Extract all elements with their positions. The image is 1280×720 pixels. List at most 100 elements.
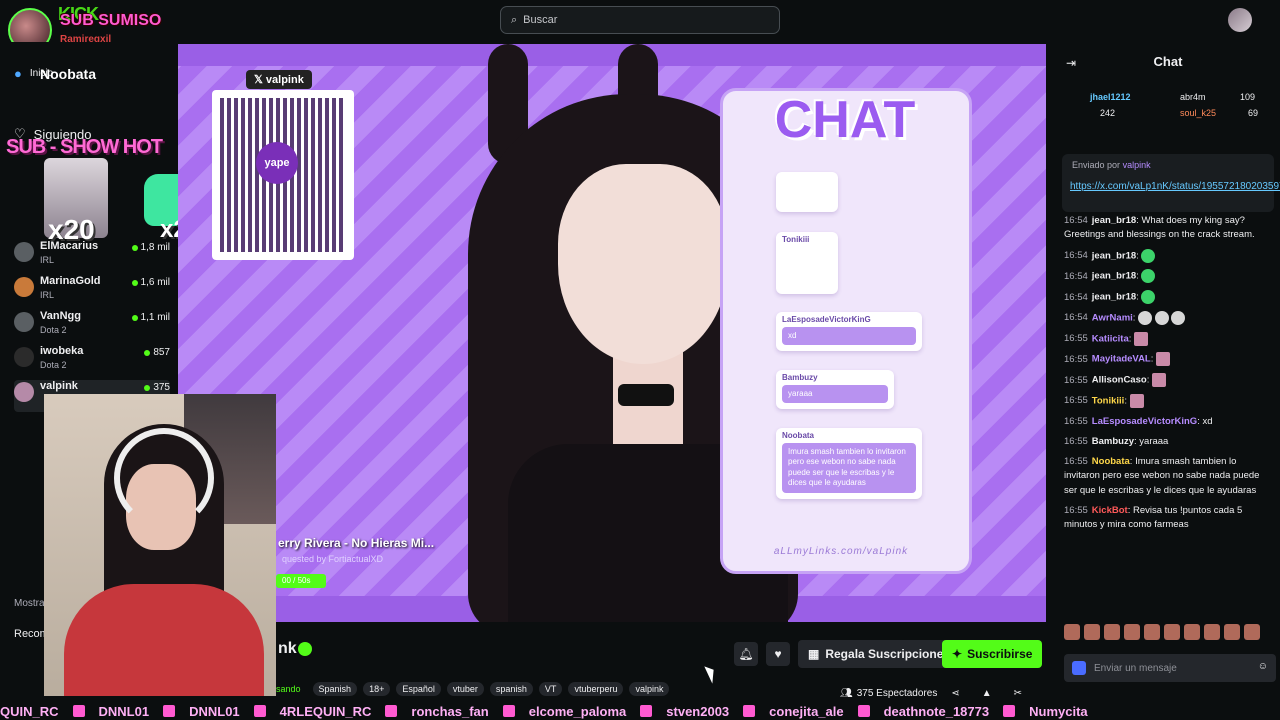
emote-icon [1224, 624, 1240, 640]
search-input[interactable]: ⌕ Buscar [500, 6, 780, 34]
show-more-link[interactable]: Mostrar [14, 598, 48, 609]
leader-value: 242 [1100, 108, 1116, 118]
channel-item[interactable]: ElMacarius IRL 1,8 mil [14, 240, 170, 272]
chat-card-user: Noobata [782, 431, 814, 440]
emote-icon [1141, 248, 1156, 263]
ticker-item: ronchas_fan [411, 703, 489, 719]
leader-name[interactable]: abr4m [1180, 92, 1206, 102]
links-text: aLLmyLinks.com/vaLpink [773, 546, 909, 557]
ticker-item: deathnote_18773 [883, 703, 990, 719]
stream-player[interactable]: yape 𝕏 valpink CHAT Tonikiii LaEsposadeV… [178, 44, 1046, 622]
chat-title: Chat [1153, 54, 1183, 69]
chat-message: 16:54 jean_br18: [1064, 290, 1274, 305]
pinned-link[interactable]: https://x.com/vaLp1nK/status/19557218020… [1070, 180, 1280, 194]
gift-leaderboard: jhael1212 242 abr4m 109 soul_k25 69 [1090, 92, 1270, 126]
subscriber-ticker: QUIN_RC DNNL01 DNNL01 4RLEQUIN_RC roncha… [0, 702, 1280, 720]
channel-title[interactable]: nk [278, 640, 297, 658]
emote-icon [1154, 310, 1169, 325]
users-icon: 👥︎ [840, 688, 853, 699]
emote-icon [1156, 352, 1171, 367]
tag[interactable]: VT [538, 682, 563, 696]
ticker-item: QUIN_RC [0, 703, 59, 719]
channel-viewers: 857 [144, 347, 170, 358]
emote-icon [1144, 624, 1160, 640]
user-avatar[interactable] [1228, 8, 1252, 32]
emoji-icon[interactable]: ☺ [1258, 661, 1268, 672]
chat-card: Tonikiii [776, 232, 838, 294]
channel-category: Dota 2 [40, 360, 67, 370]
overlay-donor: Noobata [40, 66, 96, 82]
leader-name[interactable]: jhael1212 [1090, 92, 1131, 102]
tag[interactable]: Español [396, 682, 441, 696]
overlay-sub-label: SUB SUMISO [60, 12, 162, 29]
leader-value: 109 [1240, 92, 1256, 102]
ticker-emote-icon [1003, 705, 1016, 717]
emote-icon [1151, 373, 1166, 388]
chat-message: 16:55 Noobata: Imura smash tambien lo inv… [1064, 456, 1260, 496]
live-dot-icon [144, 384, 151, 391]
subscribe-button[interactable]: ✦ Suscribirse [942, 640, 1043, 668]
channel-category: IRL [40, 255, 55, 265]
tag[interactable]: vtuberperu [568, 682, 624, 696]
follow-button[interactable]: ♥ [766, 642, 790, 666]
qr-code: yape [212, 90, 354, 260]
ticker-emote-icon [743, 705, 756, 717]
share-icon[interactable]: ⋖ [951, 688, 959, 699]
emote-bar[interactable] [1064, 624, 1276, 644]
ticker-item: conejita_ale [769, 703, 844, 719]
stream-info-bar: nk 🔔︎ ♥ ▦ Regala Suscripciones ✦ Suscrib… [178, 622, 1046, 699]
subscribe-label: Suscribirse [967, 647, 1033, 661]
channel-item[interactable]: MarinaGold IRL 1,6 mil [14, 275, 170, 307]
chat-message: 16:55 Tonikiii: [1064, 393, 1274, 409]
chat-card [776, 172, 838, 212]
emote-icon [1129, 393, 1144, 408]
chat-message: 16:55 Bambuzy: yaraaa [1064, 435, 1169, 447]
tag[interactable]: spanish [489, 682, 533, 696]
channel-viewers: 1,6 mil [131, 277, 170, 288]
qr-badge: yape [256, 142, 298, 184]
heart-icon: ♡ [14, 126, 26, 141]
chat-card-message: xd [782, 327, 916, 346]
viewer-count: 👥︎ 375 Espectadores ⋖ ▲ ✂ [840, 688, 1023, 699]
emote-icon [1184, 624, 1200, 640]
tag[interactable]: Spanish [312, 682, 358, 696]
song-progress: 00 / 50s [276, 574, 326, 588]
category-tag[interactable]: sando [276, 682, 307, 696]
tag[interactable]: vtuber [446, 682, 484, 696]
channel-item[interactable]: iwobeka Dota 2 857 [14, 345, 170, 377]
channel-viewers: 1,8 mil [131, 242, 170, 253]
clip-icon[interactable]: ✂ [1014, 688, 1022, 699]
tag[interactable]: 18+ [363, 682, 391, 696]
tag-list: sando Spanish 18+ Español vtuber spanish… [276, 682, 670, 696]
top-bar: ⌕ Buscar [0, 0, 1280, 42]
emote-icon [1104, 624, 1120, 640]
search-icon: ⌕ [511, 13, 518, 26]
overlay-stickers: x20 x2 [20, 158, 208, 245]
live-dot-icon [131, 244, 138, 251]
leader-name[interactable]: soul_k25 [1180, 108, 1216, 118]
leader-value: 69 [1248, 108, 1259, 118]
bell-icon: 🔔︎ [738, 647, 754, 661]
x-handle-badge: 𝕏 valpink [246, 70, 312, 89]
ticker-emote-icon [72, 705, 85, 717]
bell-button[interactable]: 🔔︎ [734, 642, 758, 666]
tag[interactable]: valpink [629, 682, 670, 696]
channel-item[interactable]: VanNgg Dota 2 1,1 mil [14, 310, 170, 342]
chat-message: 16:54 jean_br18: [1064, 248, 1274, 264]
avatar-bowtie [618, 384, 674, 406]
pinned-message: Enviado por valpink https://x.com/vaLp1n… [1062, 154, 1280, 212]
nav-siguiendo[interactable]: ♡ Siguiendo [14, 126, 91, 142]
chat-message: 16:54 AwrNami: [1064, 310, 1274, 326]
chat-card-message: yaraaa [782, 385, 888, 404]
emote-icon [1124, 624, 1140, 640]
channel-viewers: 1,1 mil [131, 312, 170, 323]
emote-icon [1141, 269, 1156, 284]
emote-icon [1138, 310, 1153, 325]
stream-chat-title: CHAT [774, 91, 916, 149]
ticker-emote-icon [640, 705, 653, 717]
live-dot-icon [131, 279, 138, 286]
gift-subs-button[interactable]: ▦ Regala Suscripciones [798, 640, 961, 668]
channel-name: VanNgg [40, 310, 81, 322]
alert-icon[interactable]: ▲ [982, 688, 992, 699]
chat-input[interactable]: Enviar un mensaje ☺ [1064, 654, 1276, 682]
